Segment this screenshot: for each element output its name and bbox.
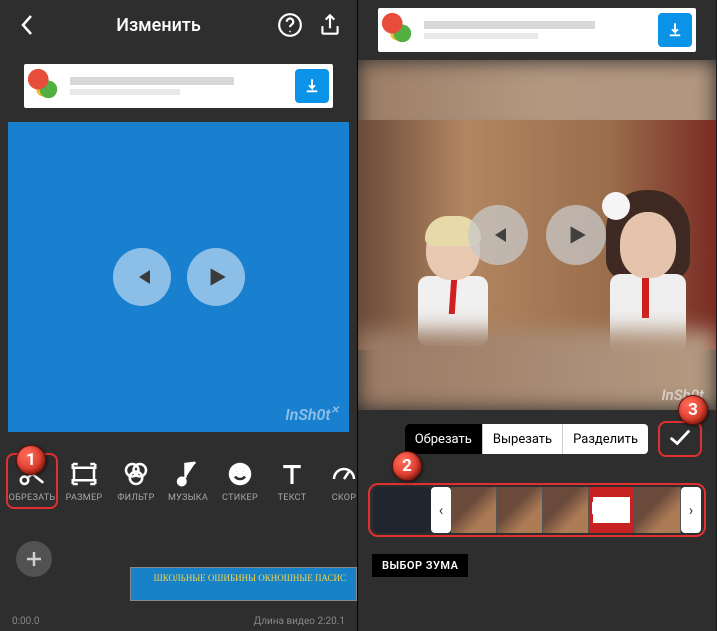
- time-start: 0:00.0: [12, 616, 40, 627]
- tool-music[interactable]: МУЗЫКА: [162, 459, 214, 503]
- duration-label: Длина видео 2:20.1: [254, 616, 345, 627]
- filter-icon: [121, 459, 151, 489]
- speed-gauge-icon: [329, 459, 357, 489]
- trim-screen: InSh0t Обрезать Вырезать Разделить ‹ ЕЛА…: [358, 0, 716, 631]
- tool-sticker[interactable]: СТИКЕР: [214, 459, 266, 503]
- clip-sign-text: ЕЛАЙ С: [592, 502, 626, 514]
- editor-toolbar: ОБРЕЗАТЬ РАЗМЕР ФИЛЬТР МУЗЫКА СТИКЕР ТЕК…: [0, 448, 357, 514]
- trim-handle-right[interactable]: ›: [681, 487, 701, 533]
- timeline-footer: 0:00.0 Длина видео 2:20.1: [0, 616, 357, 627]
- trim-blank-left: [373, 487, 431, 533]
- video-preview[interactable]: InSh0t✕: [8, 122, 349, 432]
- ad-logo-icon: [28, 69, 62, 103]
- top-bar: Изменить: [0, 0, 357, 50]
- trim-timeline[interactable]: ‹ ЕЛАЙ С ›: [368, 483, 706, 537]
- ad-text: [424, 21, 652, 39]
- tool-filter[interactable]: ФИЛЬТР: [110, 459, 162, 503]
- ad-logo-icon: [382, 13, 416, 47]
- trim-handle-left[interactable]: ‹: [431, 487, 451, 533]
- back-button[interactable]: [14, 12, 40, 38]
- confirm-button[interactable]: [658, 421, 702, 457]
- help-icon[interactable]: [277, 12, 303, 38]
- screen-title: Изменить: [116, 15, 201, 36]
- music-note-icon: [173, 459, 203, 489]
- prev-frame-button[interactable]: [468, 205, 528, 265]
- tool-text[interactable]: ТЕКСТ: [266, 459, 318, 503]
- share-icon[interactable]: [317, 12, 343, 38]
- segment-cut[interactable]: Вырезать: [483, 424, 563, 454]
- canvas-size-icon: [69, 459, 99, 489]
- timeline-caption-overlay: ШКОЛЬНЫЕ ОШИБИНЫ ОКНОШНЫЕ ПАСИС: [154, 574, 346, 583]
- timeline[interactable]: ШКОЛЬНЫЕ ОШИБИНЫ ОКНОШНЫЕ ПАСИС: [0, 567, 357, 607]
- sticker-smile-icon: [225, 459, 255, 489]
- zoom-select-label[interactable]: ВЫБОР ЗУМА: [372, 554, 468, 577]
- prev-frame-button[interactable]: [113, 248, 171, 306]
- segment-split[interactable]: Разделить: [563, 424, 648, 454]
- annotation-badge-2: 2: [392, 451, 422, 481]
- ad-banner[interactable]: [378, 8, 696, 52]
- video-preview[interactable]: InSh0t: [358, 60, 716, 410]
- annotation-badge-3: 3: [678, 395, 708, 425]
- trim-mode-segment: Обрезать Вырезать Разделить: [405, 424, 648, 454]
- annotation-badge-1: 1: [16, 445, 46, 475]
- timeline-clip[interactable]: ШКОЛЬНЫЕ ОШИБИНЫ ОКНОШНЫЕ ПАСИС: [130, 567, 357, 601]
- trim-clips[interactable]: ЕЛАЙ С: [451, 487, 681, 533]
- play-button[interactable]: [546, 205, 606, 265]
- watermark[interactable]: InSh0t✕: [285, 405, 339, 424]
- ad-text: [70, 77, 289, 95]
- tool-canvas[interactable]: РАЗМЕР: [58, 459, 110, 503]
- ad-download-button[interactable]: [658, 13, 692, 47]
- segment-trim[interactable]: Обрезать: [405, 424, 483, 454]
- ad-banner[interactable]: [24, 64, 333, 108]
- tool-speed[interactable]: СКОР: [318, 459, 357, 503]
- ad-download-button[interactable]: [295, 69, 329, 103]
- play-button[interactable]: [187, 248, 245, 306]
- text-icon: [277, 459, 307, 489]
- editor-main-screen: Изменить InSh0t✕ ОБРЕЗАТЬ: [0, 0, 358, 631]
